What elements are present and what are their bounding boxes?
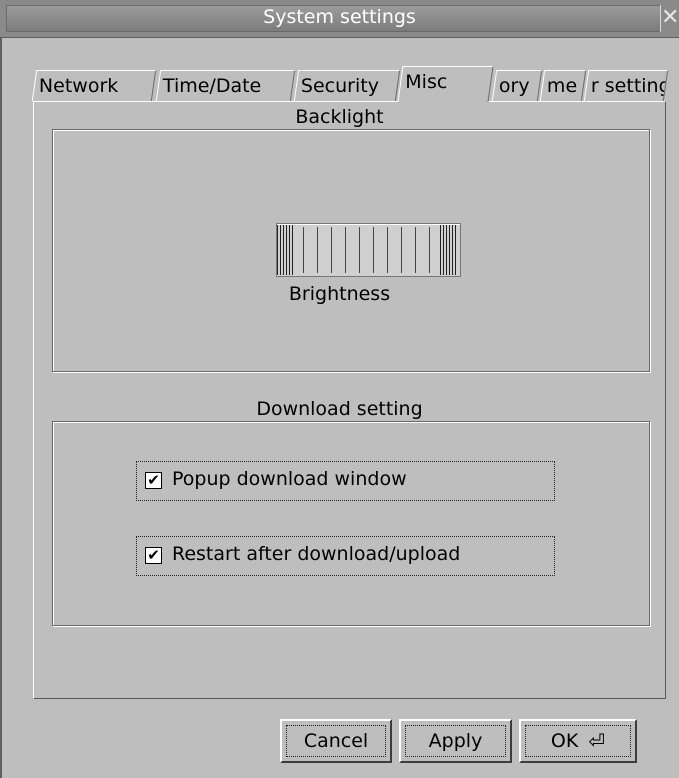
cancel-button[interactable]: Cancel [280, 719, 392, 763]
slider-tick [317, 227, 318, 273]
restart-after-download-checkbox[interactable]: ✔ [145, 547, 162, 564]
slider-tick [429, 227, 430, 273]
restart-after-download-option[interactable]: ✔ Restart after download/upload [136, 536, 555, 576]
tab-memory[interactable]: ory [491, 70, 543, 101]
brightness-label: Brightness [288, 283, 391, 305]
window-title: System settings [263, 6, 416, 28]
ok-label: OK [550, 730, 579, 752]
apply-button[interactable]: Apply [399, 719, 512, 763]
slider-handle[interactable] [440, 225, 458, 275]
restart-after-download-label: Restart after download/upload [172, 543, 461, 565]
enter-return-icon: ⏎ [588, 729, 606, 753]
slider-left-cap [277, 225, 295, 275]
popup-download-label: Popup download window [172, 468, 407, 490]
slider-tick [415, 227, 416, 273]
brightness-slider[interactable] [276, 223, 461, 277]
title-bar[interactable]: System settings ✕ [0, 0, 679, 38]
tab-misc[interactable]: Misc [397, 66, 494, 102]
slider-tick [401, 227, 402, 273]
slider-tick [373, 227, 374, 273]
slider-tick [359, 227, 360, 273]
slider-tick [387, 227, 388, 273]
tab-security[interactable]: Security [293, 70, 401, 101]
popup-download-window-option[interactable]: ✔ Popup download window [136, 461, 555, 501]
ok-button[interactable]: OK ⏎ [519, 719, 637, 763]
tab-time[interactable]: me [539, 70, 587, 101]
tab-other-setting[interactable]: r setting [583, 70, 669, 101]
download-groupbox [52, 421, 650, 626]
backlight-group-title: Backlight [295, 106, 384, 128]
tab-network[interactable]: Network [31, 70, 157, 101]
popup-download-checkbox[interactable]: ✔ [145, 472, 162, 489]
slider-tick [345, 227, 346, 273]
download-group-title: Download setting [256, 398, 423, 420]
slider-tick [303, 227, 304, 273]
tab-time-date[interactable]: Time/Date [155, 70, 296, 101]
slider-tick [331, 227, 332, 273]
close-icon[interactable]: ✕ [660, 5, 677, 32]
